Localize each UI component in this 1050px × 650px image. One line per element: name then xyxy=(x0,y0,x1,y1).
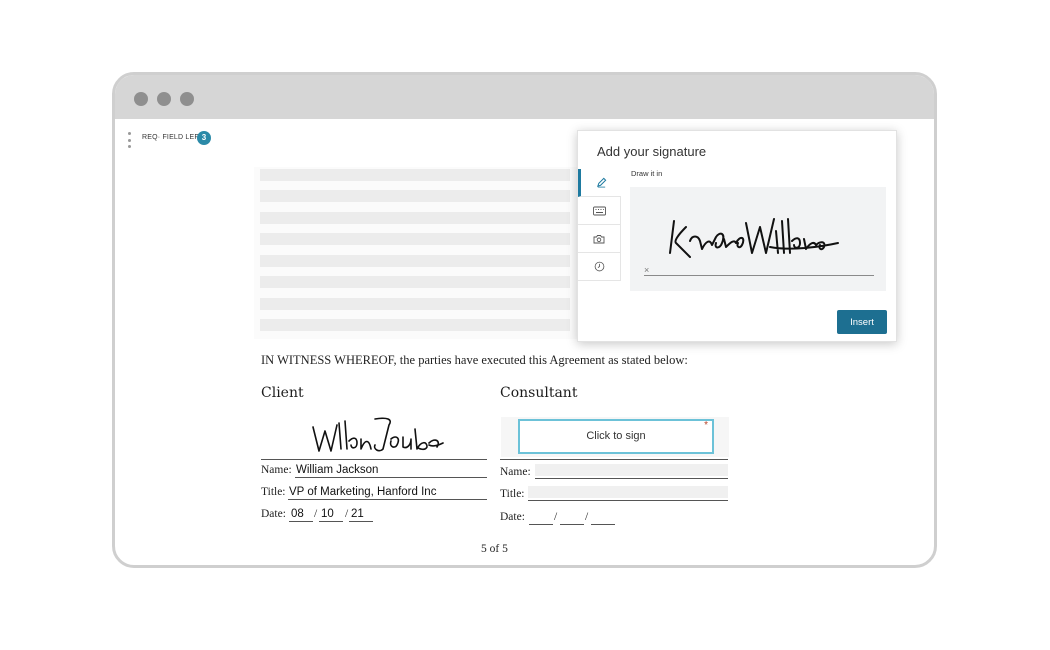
text-line xyxy=(260,298,570,310)
client-date-year-underline xyxy=(349,521,373,522)
insert-button[interactable]: Insert xyxy=(837,310,887,334)
client-date-day-underline xyxy=(319,521,343,522)
client-date-label: Date: xyxy=(261,508,286,520)
text-line xyxy=(260,233,570,245)
camera-icon xyxy=(593,234,605,243)
client-date-day: 10 xyxy=(321,508,334,520)
text-line xyxy=(260,169,570,181)
client-date-separator: / xyxy=(314,508,318,520)
consultant-date-label: Date: xyxy=(500,511,525,523)
consultant-signature-line xyxy=(500,459,728,460)
client-title-value: VP of Marketing, Hanford Inc xyxy=(289,486,437,498)
client-name-value: William Jackson xyxy=(296,464,379,476)
signature-drawing-canvas[interactable]: × xyxy=(630,187,886,291)
window-minimize-dot[interactable] xyxy=(157,92,171,106)
client-title-underline xyxy=(288,499,487,500)
window-maximize-dot[interactable] xyxy=(180,92,194,106)
text-line xyxy=(260,255,570,267)
consultant-title-label: Title: xyxy=(500,488,525,500)
client-date-month: 08 xyxy=(291,508,304,520)
consultant-date-day-field[interactable] xyxy=(560,524,584,525)
clock-icon xyxy=(594,261,604,272)
client-signature-line xyxy=(261,459,487,460)
consultant-title-field[interactable] xyxy=(528,486,728,498)
keyboard-icon xyxy=(592,206,606,215)
text-line xyxy=(260,190,570,202)
consultant-heading: Consultant xyxy=(500,385,578,401)
click-to-sign-label: Click to sign xyxy=(586,430,646,442)
consultant-name-label: Name: xyxy=(500,466,531,478)
client-signature-image xyxy=(312,417,444,452)
consultant-date-month-field[interactable] xyxy=(529,524,553,525)
consultant-date-separator: / xyxy=(585,511,589,523)
dialog-title: Add your signature xyxy=(597,144,707,159)
client-heading: Client xyxy=(261,385,304,401)
consultant-title-underline xyxy=(528,500,728,501)
page-indicator: 5 of 5 xyxy=(481,543,508,555)
consultant-name-field[interactable] xyxy=(535,464,728,476)
text-line xyxy=(260,212,570,224)
pencil-icon xyxy=(596,177,606,188)
text-line xyxy=(260,276,570,288)
add-signature-dialog: Add your signature Draw it in × Insert xyxy=(577,130,897,342)
signature-baseline xyxy=(644,275,874,276)
drawn-signature-image xyxy=(669,218,839,258)
clear-signature-icon[interactable]: × xyxy=(644,265,649,275)
required-fields-count-badge: 3 xyxy=(197,131,211,145)
tab-recent[interactable] xyxy=(578,253,621,281)
browser-window: REQ· FIELD LEFT 3 IN WITNESS WHEREOF, th… xyxy=(112,72,937,568)
window-close-dot[interactable] xyxy=(134,92,148,106)
client-date-month-underline xyxy=(289,521,313,522)
client-name-underline xyxy=(295,477,487,478)
tab-type[interactable] xyxy=(578,197,621,225)
client-date-separator: / xyxy=(345,508,349,520)
client-date-year: 21 xyxy=(351,508,364,520)
draw-it-in-label: Draw it in xyxy=(631,169,663,178)
window-titlebar xyxy=(115,75,934,119)
client-name-label: Name: xyxy=(261,464,292,476)
tab-draw[interactable] xyxy=(578,169,621,197)
witness-statement: IN WITNESS WHEREOF, the parties have exe… xyxy=(261,353,688,367)
text-line xyxy=(260,319,570,331)
consultant-date-year-field[interactable] xyxy=(591,524,615,525)
required-star-icon: * xyxy=(704,420,708,431)
consultant-date-separator: / xyxy=(554,511,558,523)
client-title-label: Title: xyxy=(261,486,286,498)
required-fields-label: REQ· FIELD LEFT xyxy=(142,134,204,141)
signature-method-tabs xyxy=(578,169,621,281)
kebab-menu-icon[interactable] xyxy=(128,132,132,148)
tab-upload-photo[interactable] xyxy=(578,225,621,253)
click-to-sign-button[interactable]: Click to sign * xyxy=(518,419,714,454)
consultant-name-underline xyxy=(535,478,728,479)
